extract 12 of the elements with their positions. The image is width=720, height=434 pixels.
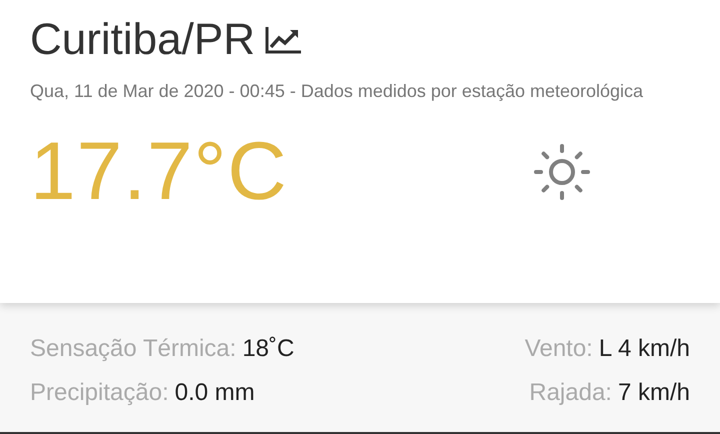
stat-value: L 4 km/h: [598, 334, 690, 364]
temperature: 17.7°C: [30, 125, 288, 219]
stat-value: 0.0 mm: [174, 378, 255, 408]
stat-label: Precipitação:: [30, 378, 169, 408]
date-subtitle: Qua, 11 de Mar de 2020 - 00:45 - Dados medidos por estação meteorológica: [30, 80, 644, 103]
trending-chart-icon: [264, 25, 303, 55]
stat-label: Rajada:: [529, 378, 612, 408]
stat-value: 7 km/h: [618, 378, 690, 408]
stat-label: Vento:: [524, 334, 593, 364]
stat-value: 18˚C: [242, 334, 294, 364]
city-title: Curitiba/PR: [30, 14, 255, 66]
stat-label: Sensação Térmica:: [30, 334, 236, 364]
